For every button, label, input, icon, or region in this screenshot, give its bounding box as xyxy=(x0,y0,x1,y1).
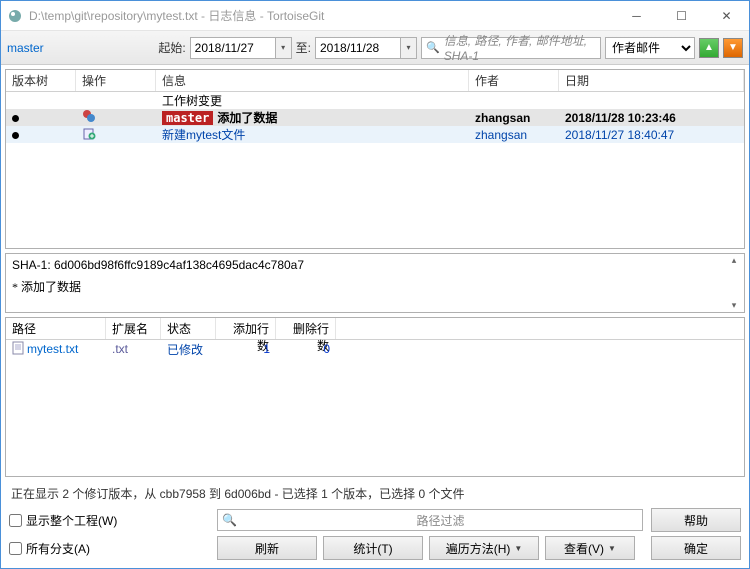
toolbar: master 起始: ▾ 至: ▾ 🔍 信息, 路径, 作者, 邮件地址, SH… xyxy=(1,31,749,65)
commit-detail[interactable]: ▴ SHA-1: 6d006bd98f6ffc9189c4af138c4695d… xyxy=(5,253,745,313)
nav-up-button[interactable]: ▲ xyxy=(699,38,719,58)
file-list-header: 路径 扩展名 状态 添加行数 删除行数 xyxy=(6,318,744,340)
scroll-up-icon[interactable]: ▴ xyxy=(726,255,742,266)
subject-line: * 添加了数据 xyxy=(12,278,738,295)
commit-row[interactable]: 新建mytest文件 zhangsan 2018/11/27 18:40:47 xyxy=(6,126,744,143)
scroll-down-icon[interactable]: ▾ xyxy=(726,300,742,311)
chk-all-branches[interactable]: 所有分支(A) xyxy=(9,540,209,557)
stats-button[interactable]: 统计(T) xyxy=(323,536,423,560)
commit-list-header: 版本树 操作 信息 作者 日期 xyxy=(6,70,744,92)
file-icon xyxy=(12,341,24,358)
add-icon xyxy=(82,126,96,140)
from-label: 起始: xyxy=(158,39,185,56)
to-date-dropdown-icon[interactable]: ▾ xyxy=(401,37,417,59)
maximize-button[interactable]: ☐ xyxy=(659,1,704,30)
file-row[interactable]: mytest.txt .txt 已修改 1 0 xyxy=(6,340,744,358)
status-line: 正在显示 2 个修订版本，从 cbb7958 到 6d006bd - 已选择 1… xyxy=(1,481,749,506)
help-button[interactable]: 帮助 xyxy=(651,508,741,532)
graph-node-icon xyxy=(12,132,19,139)
nav-down-button[interactable]: ▼ xyxy=(723,38,743,58)
bottom-panel: 显示整个工程(W) 🔍 路径过滤 帮助 所有分支(A) 刷新 统计(T) 遍历方… xyxy=(1,506,749,568)
from-date-input[interactable] xyxy=(190,37,276,59)
file-list: 路径 扩展名 状态 添加行数 删除行数 mytest.txt .txt 已修改 … xyxy=(5,317,745,477)
branch-label[interactable]: master xyxy=(7,41,44,55)
minimize-button[interactable]: ─ xyxy=(614,1,659,30)
col-op[interactable]: 操作 xyxy=(76,70,156,91)
fcol-ext[interactable]: 扩展名 xyxy=(106,318,161,339)
view-button[interactable]: 查看(V)▼ xyxy=(545,536,635,560)
titlebar: D:\temp\git\repository\mytest.txt - 日志信息… xyxy=(1,1,749,31)
fcol-status[interactable]: 状态 xyxy=(161,318,216,339)
commit-list: 版本树 操作 信息 作者 日期 工作树变更 master添加了数据 zhangs… xyxy=(5,69,745,249)
filter-placeholder: 信息, 路径, 作者, 邮件地址, SHA-1 xyxy=(444,32,596,63)
commit-row[interactable]: 工作树变更 xyxy=(6,92,744,109)
walk-method-button[interactable]: 遍历方法(H)▼ xyxy=(429,536,539,560)
app-icon xyxy=(7,8,23,24)
path-filter-input[interactable]: 🔍 路径过滤 xyxy=(217,509,643,531)
window-title: D:\temp\git\repository\mytest.txt - 日志信息… xyxy=(29,7,614,24)
chk-whole-project-box[interactable] xyxy=(9,514,22,527)
graph-node-icon xyxy=(12,115,19,122)
chk-whole-project[interactable]: 显示整个工程(W) xyxy=(9,512,209,529)
filter-input[interactable]: 🔍 信息, 路径, 作者, 邮件地址, SHA-1 xyxy=(421,37,601,59)
chk-all-branches-box[interactable] xyxy=(9,542,22,555)
col-author[interactable]: 作者 xyxy=(469,70,559,91)
search-icon: 🔍 xyxy=(222,513,237,527)
col-tree[interactable]: 版本树 xyxy=(6,70,76,91)
commit-row[interactable]: master添加了数据 zhangsan 2018/11/28 10:23:46 xyxy=(6,109,744,126)
to-date-input[interactable] xyxy=(315,37,401,59)
fcol-add[interactable]: 添加行数 xyxy=(216,318,276,339)
author-filter-select[interactable]: 作者邮件 xyxy=(605,37,695,59)
ok-button[interactable]: 确定 xyxy=(651,536,741,560)
branch-tag: master xyxy=(162,111,213,125)
refresh-button[interactable]: 刷新 xyxy=(217,536,317,560)
search-icon: 🔍 xyxy=(426,41,440,54)
dropdown-icon: ▼ xyxy=(514,544,522,553)
fcol-path[interactable]: 路径 xyxy=(6,318,106,339)
col-msg[interactable]: 信息 xyxy=(156,70,469,91)
to-label: 至: xyxy=(296,39,311,56)
col-date[interactable]: 日期 xyxy=(559,70,744,91)
fcol-del[interactable]: 删除行数 xyxy=(276,318,336,339)
action-icon xyxy=(82,109,96,123)
dropdown-icon: ▼ xyxy=(608,544,616,553)
close-button[interactable]: ✕ xyxy=(704,1,749,30)
from-date-dropdown-icon[interactable]: ▾ xyxy=(276,37,292,59)
sha-line: SHA-1: 6d006bd98f6ffc9189c4af138c4695dac… xyxy=(12,258,738,272)
